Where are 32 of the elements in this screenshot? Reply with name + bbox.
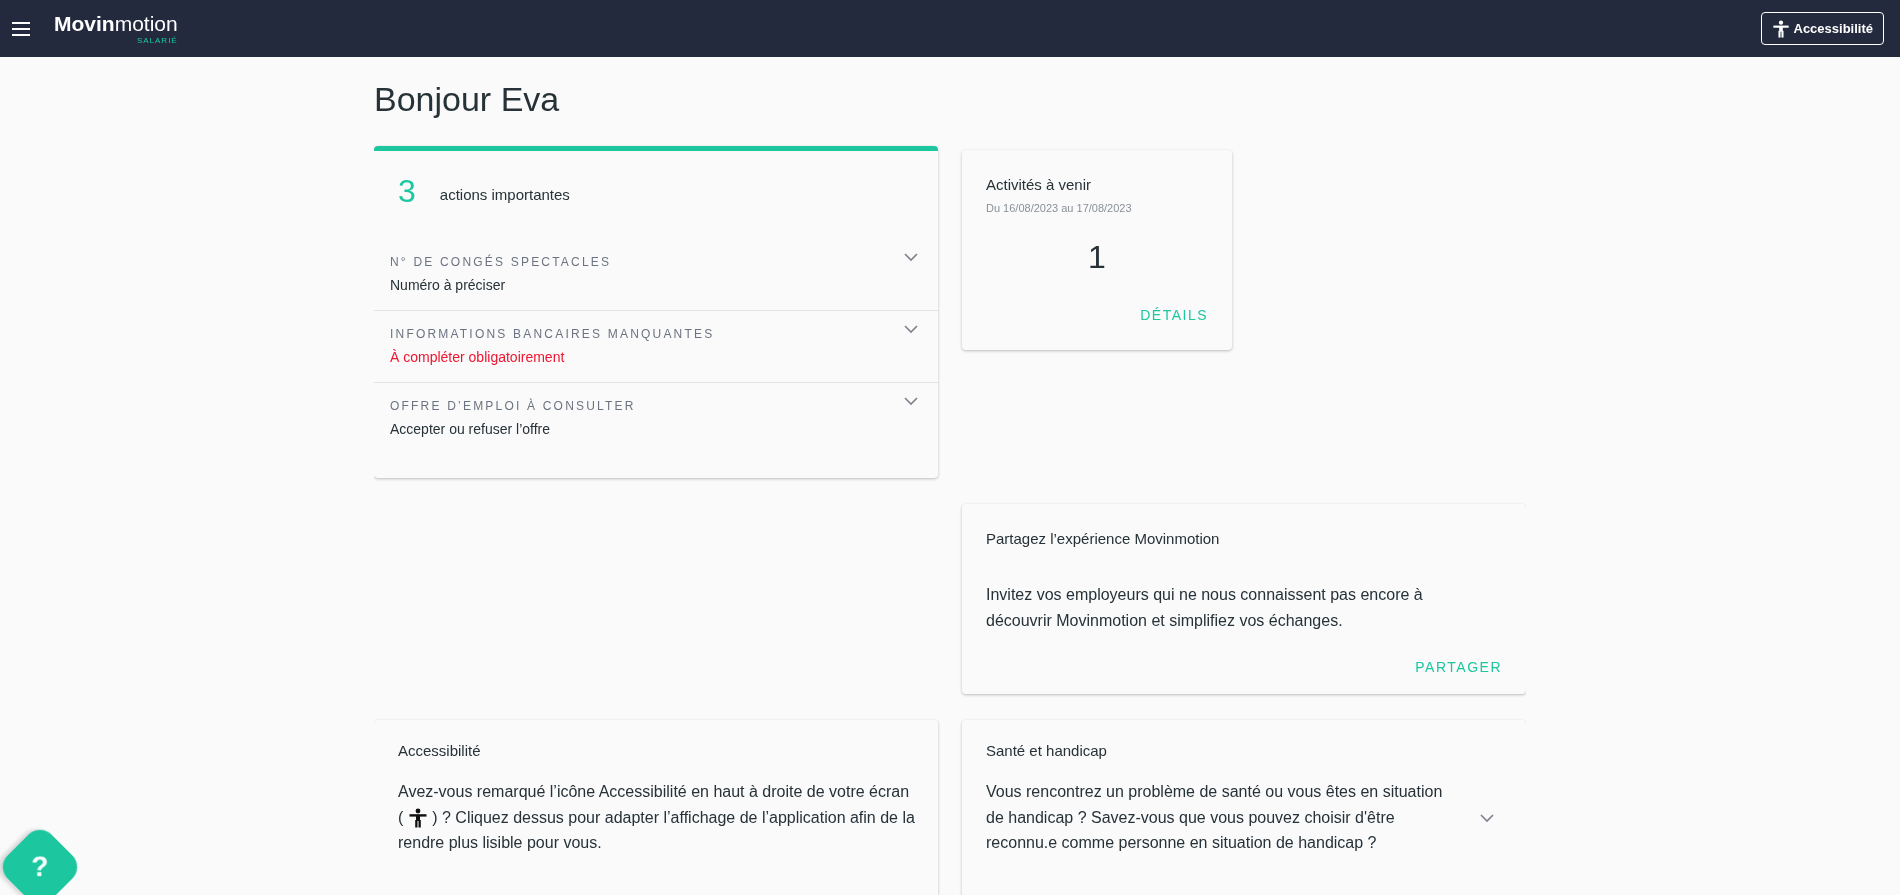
card-title: Partagez l’expérience Movinmotion [986, 528, 1221, 549]
action-subtitle: À compléter obligatoirement [390, 347, 566, 367]
chevron-icon[interactable] [904, 324, 918, 334]
action-subtitle: Accepter ou refuser l’offre [390, 419, 552, 439]
action-item[interactable]: OFFRE D’EMPLOI À CONSULTER Accepter ou refuser l’offre [374, 382, 938, 478]
action-title: INFORMATIONS BANCAIRES MANQUANTES [390, 325, 715, 343]
actions-count: 3 [398, 174, 416, 207]
logo-subtitle: SALARIÉ [136, 36, 178, 45]
accessibility-button[interactable]: Accessibilité [1760, 11, 1884, 46]
action-title: OFFRE D’EMPLOI À CONSULTER [390, 397, 636, 415]
logo-text: motion [114, 11, 178, 35]
action-title: N° DE CONGÉS SPECTACLES [390, 253, 612, 271]
share-text: Invitez vos employeurs qui ne nous connaissent pas encore à découvrir Movinmotion et simplifiez vos échanges. [986, 585, 1424, 631]
date-range: Du 16/08/2023 au 17/08/2023 [986, 201, 1133, 217]
menu-icon[interactable] [12, 21, 30, 36]
chevron-icon[interactable] [904, 252, 918, 262]
card-title: Santé et handicap [986, 741, 1108, 762]
card-title: Accessibilité [398, 741, 482, 762]
action-item[interactable]: N° DE CONGÉS SPECTACLES Numéro à préciser [374, 238, 938, 311]
actions-label: actions importantes [439, 185, 570, 206]
logo-text: Movin [54, 11, 115, 35]
accessibility-icon [1771, 19, 1790, 38]
action-item[interactable]: INFORMATIONS BANCAIRES MANQUANTES À compléter obligatoirement [374, 310, 938, 383]
accessibility-text: Avez-vous remarqué l’icône Accessibilité en haut à droite de votre écran ( ) ? Cliquez dessus pour adapter l’affichage de l’application afin de la rendre plus lisible pour vous. [398, 782, 916, 854]
health-text: Vous rencontrez un problème de santé ou vous êtes en situation de handicap ? Savez-vous que vous pouvez choisir d'être reconnu.e comme personne en situation de handicap ? [986, 782, 1444, 854]
card-title: Activités à venir [986, 174, 1093, 195]
chevron-icon[interactable] [1480, 813, 1494, 823]
activities-count: 1 [1088, 237, 1106, 277]
chevron-icon[interactable] [904, 396, 918, 406]
action-subtitle: Numéro à préciser [390, 275, 507, 295]
greeting-title: Bonjour Eva [374, 79, 561, 120]
accessibility-icon [407, 808, 428, 829]
